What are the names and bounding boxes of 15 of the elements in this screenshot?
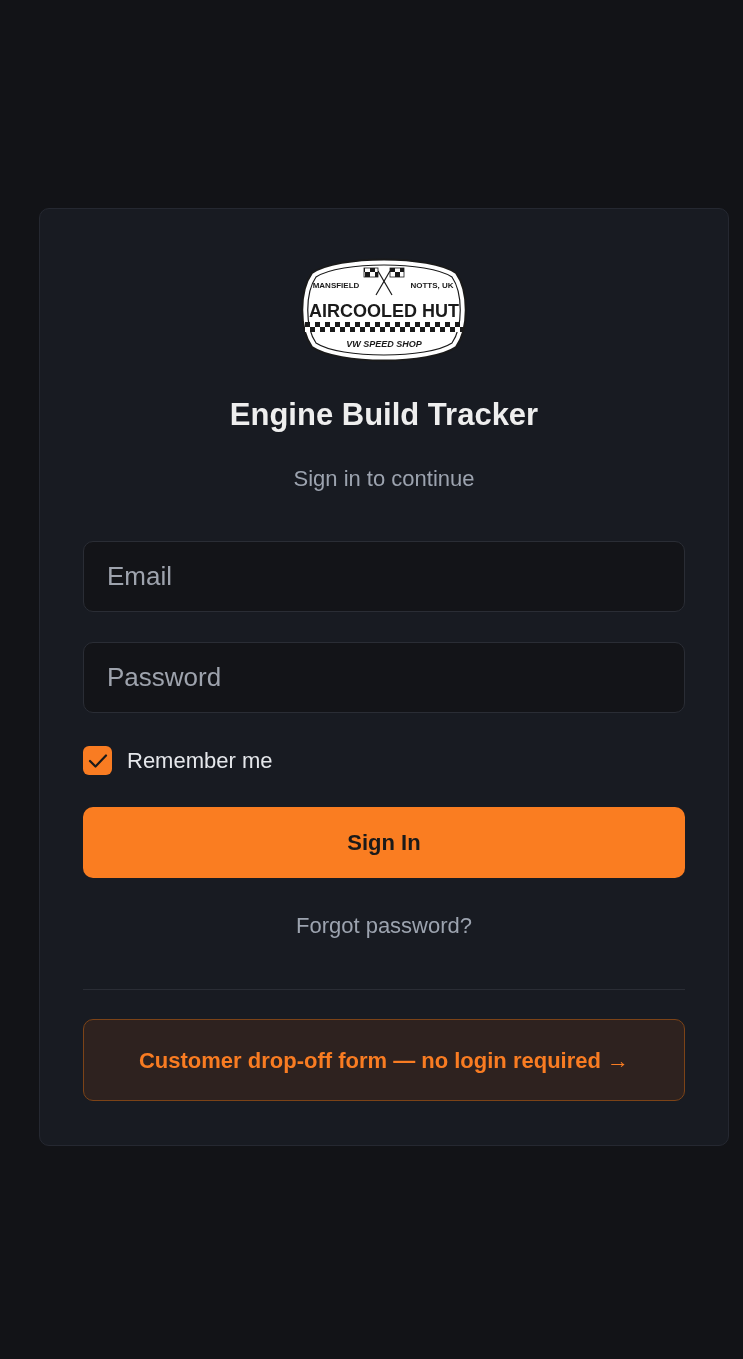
check-icon: [87, 752, 108, 769]
logo-location-text: MANSFIELD: [312, 281, 360, 290]
forgot-password-link[interactable]: Forgot password?: [295, 912, 473, 940]
password-field[interactable]: Password: [83, 642, 685, 713]
crossed-flags-icon: [363, 267, 405, 296]
logo-title: AIRCOOLED HUT: [309, 301, 459, 321]
remember-checkbox[interactable]: [83, 746, 112, 775]
sign-in-button[interactable]: Sign In: [83, 807, 685, 878]
app-title: Engine Build Tracker: [228, 396, 540, 434]
logo-tagline: VW SPEED SHOP: [346, 339, 422, 349]
remember-label: Remember me: [127, 746, 273, 775]
email-field[interactable]: Email: [83, 541, 685, 612]
dropoff-form-link[interactable]: Customer drop-off form — no login required →: [83, 1019, 685, 1101]
subtitle: Sign in to continue: [292, 465, 476, 493]
logo-location-text: NOTTS, UK: [410, 281, 454, 290]
